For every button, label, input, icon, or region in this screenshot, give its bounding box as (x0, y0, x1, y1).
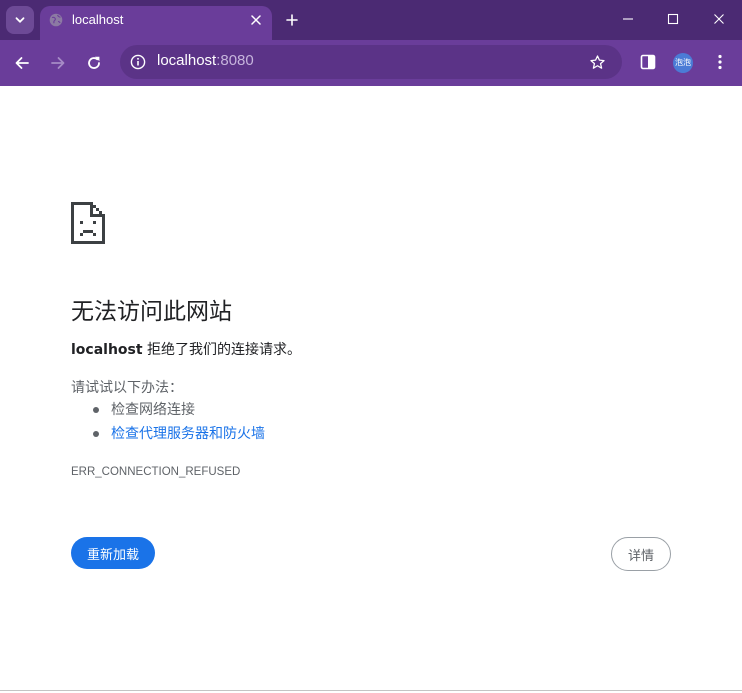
globe-icon (49, 13, 63, 27)
reload-button[interactable]: 重新加载 (71, 537, 155, 569)
error-description: localhost 拒绝了我们的连接请求。 (71, 339, 301, 359)
reload-page-button[interactable] (82, 51, 106, 75)
error-host: localhost (71, 342, 143, 358)
title-bar: localhost (0, 0, 742, 40)
error-title: 无法访问此网站 (71, 299, 232, 325)
tab-close-button[interactable] (248, 12, 264, 28)
url-port: :8080 (216, 52, 254, 69)
side-panel-button[interactable] (637, 51, 659, 73)
close-window-button[interactable] (704, 6, 734, 32)
info-icon (130, 54, 146, 70)
back-arrow-icon (15, 57, 29, 69)
url-host: localhost (157, 52, 217, 69)
side-panel-icon (640, 54, 656, 70)
suggestions-heading: 请试试以下办法： (71, 380, 183, 396)
profile-avatar[interactable]: 泡泡 (673, 53, 693, 73)
close-icon (714, 14, 724, 24)
details-button[interactable]: 详情 (611, 537, 671, 571)
star-icon (589, 54, 605, 69)
suggestions-list: 检查网络连接 检查代理服务器和防火墙 (71, 400, 265, 448)
close-icon (251, 15, 261, 25)
tab-title: localhost (72, 12, 124, 27)
plus-icon (286, 14, 298, 26)
suggestion-check-network: 检查网络连接 (71, 400, 265, 424)
error-code: ERR_CONNECTION_REFUSED (71, 466, 241, 478)
suggestion-check-proxy-link[interactable]: 检查代理服务器和防火墙 (71, 424, 265, 448)
maximize-icon (667, 13, 679, 25)
chevron-down-icon (15, 17, 25, 23)
browser-menu-button[interactable] (709, 51, 731, 73)
forward-button[interactable] (46, 51, 70, 75)
tab-search-button[interactable] (6, 6, 34, 34)
maximize-button[interactable] (658, 6, 688, 32)
error-message: 拒绝了我们的连接请求。 (142, 342, 302, 358)
kebab-menu-icon (718, 54, 722, 70)
url-text[interactable]: localhost:8080 (157, 52, 254, 69)
site-info-button[interactable] (128, 52, 148, 72)
minimize-button[interactable] (613, 6, 643, 32)
tab-active[interactable]: localhost (40, 6, 272, 40)
toolbar: localhost:8080 泡泡 (0, 40, 742, 86)
address-bar[interactable]: localhost:8080 (120, 45, 622, 79)
bottom-divider (0, 690, 742, 691)
forward-arrow-icon (51, 57, 65, 69)
bookmark-button[interactable] (587, 52, 607, 72)
sad-document-icon (71, 202, 105, 244)
new-tab-button[interactable] (282, 10, 302, 30)
back-button[interactable] (10, 51, 34, 75)
reload-icon (88, 56, 100, 69)
minimize-icon (623, 18, 633, 20)
